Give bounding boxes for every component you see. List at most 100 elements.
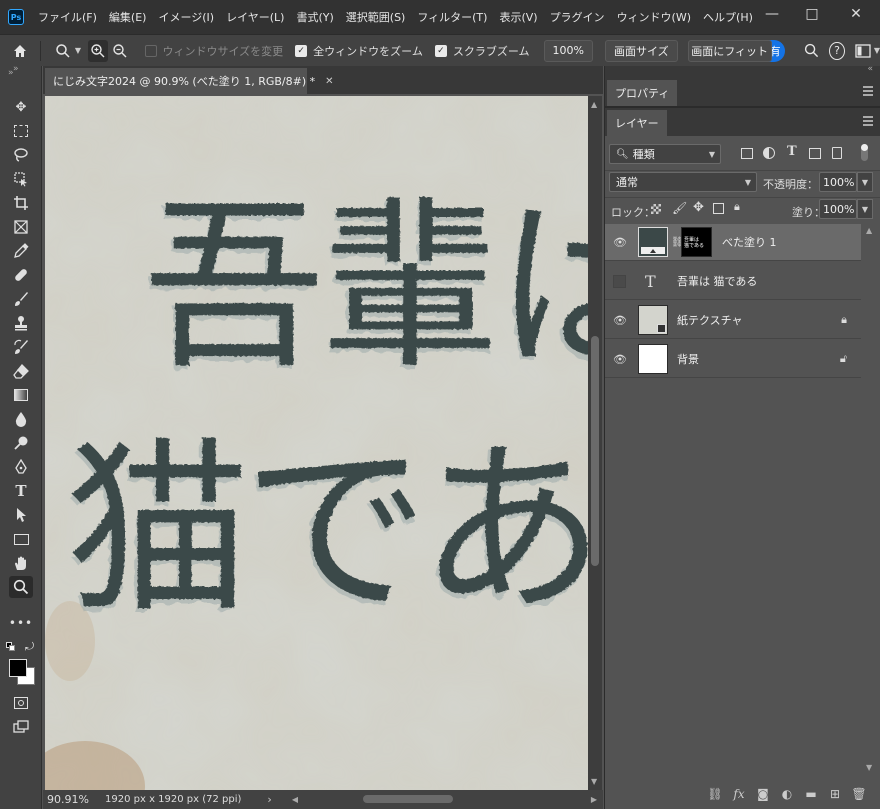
eye-icon[interactable]: 👁︎ bbox=[613, 313, 627, 327]
tab-properties[interactable]: プロパティ bbox=[607, 80, 678, 106]
maximize-icon[interactable]: □ bbox=[794, 0, 830, 28]
minimize-icon[interactable]: — bbox=[754, 0, 790, 28]
filter-toggle-icon[interactable] bbox=[861, 144, 868, 161]
lasso-tool-icon[interactable] bbox=[9, 144, 33, 166]
new-layer-icon[interactable]: ⊞ bbox=[823, 787, 847, 801]
gradient-tool-icon[interactable] bbox=[9, 384, 33, 406]
filter-smart-object-icon[interactable] bbox=[832, 147, 842, 159]
menu-layer[interactable]: レイヤー(L) bbox=[226, 9, 284, 25]
fill-dropdown-icon[interactable]: ▼ bbox=[857, 199, 873, 219]
scrubby-zoom-checkbox[interactable]: ✓ スクラブズーム bbox=[434, 43, 530, 59]
help-icon[interactable]: ? bbox=[829, 41, 845, 60]
menu-type[interactable]: 書式(Y) bbox=[296, 9, 333, 25]
close-tab-icon[interactable]: ✕ bbox=[325, 76, 333, 87]
menu-view[interactable]: 表示(V) bbox=[499, 9, 537, 25]
layer-row-paper-texture[interactable]: 👁︎ 紙テクスチャ 🔒︎ bbox=[605, 302, 861, 339]
zoom-percent-button[interactable]: 100% bbox=[543, 39, 593, 62]
menu-select[interactable]: 選択範囲(S) bbox=[346, 9, 406, 25]
workspace-icon[interactable]: ▼ bbox=[855, 43, 880, 58]
type-tool-icon[interactable]: T bbox=[9, 480, 33, 502]
brush-tool-icon[interactable] bbox=[9, 288, 33, 310]
lock-all-icon[interactable]: 🔒︎ bbox=[734, 200, 740, 214]
zoom-level[interactable]: 90.91% bbox=[47, 793, 105, 806]
link-layers-icon[interactable]: ⛓︎ bbox=[703, 787, 727, 801]
frame-tool-icon[interactable] bbox=[9, 216, 33, 238]
scroll-left-icon[interactable]: ◀ bbox=[292, 795, 298, 804]
collapse-arrows-icon[interactable]: « bbox=[867, 64, 873, 74]
opacity-dropdown-icon[interactable]: ▼ bbox=[857, 172, 873, 192]
blend-mode-select[interactable]: 通常 ▼ bbox=[609, 172, 757, 192]
marquee-tool-icon[interactable] bbox=[9, 120, 33, 142]
zoom-in-icon[interactable] bbox=[87, 39, 109, 62]
lock-position-icon[interactable]: ✥ bbox=[693, 200, 704, 215]
rectangle-tool-icon[interactable] bbox=[9, 528, 33, 550]
object-selection-tool-icon[interactable] bbox=[9, 168, 33, 190]
eye-icon[interactable]: 👁︎ bbox=[613, 352, 627, 366]
vertical-scroll-thumb[interactable] bbox=[591, 336, 599, 566]
layer-row-text[interactable]: T 吾輩は 猫である bbox=[605, 263, 861, 300]
lock-image-pixels-icon[interactable]: 🖌︎ bbox=[672, 201, 687, 215]
document-tab[interactable]: にじみ文字2024 @ 90.9% (べた塗り 1, RGB/8#) * ✕ bbox=[45, 68, 334, 94]
search-icon[interactable] bbox=[803, 43, 822, 58]
visibility-off-box[interactable] bbox=[613, 274, 626, 288]
chevron-right-icon[interactable]: › bbox=[267, 793, 271, 806]
filter-type-icon[interactable]: T bbox=[787, 144, 797, 159]
new-group-icon[interactable]: ▬ bbox=[799, 787, 823, 801]
menu-edit[interactable]: 編集(E) bbox=[109, 9, 147, 25]
history-brush-tool-icon[interactable] bbox=[9, 336, 33, 358]
crop-tool-icon[interactable] bbox=[9, 192, 33, 214]
close-icon[interactable]: ✕ bbox=[838, 0, 874, 28]
scroll-right-icon[interactable]: ▶ bbox=[591, 795, 597, 804]
healing-brush-tool-icon[interactable] bbox=[9, 264, 33, 286]
vertical-scrollbar[interactable]: ▲ ▼ bbox=[588, 96, 602, 790]
collapse-arrows-icon[interactable]: » bbox=[13, 64, 19, 74]
menu-image[interactable]: イメージ(I) bbox=[158, 9, 214, 25]
layers-scrollbar[interactable]: ▲ ▼ bbox=[863, 224, 877, 774]
lock-artboard-icon[interactable] bbox=[713, 203, 724, 214]
layer-filter-select[interactable]: 🔍︎ 種類 ▼ bbox=[609, 144, 721, 164]
home-icon[interactable] bbox=[10, 40, 29, 62]
stamp-tool-icon[interactable] bbox=[9, 312, 33, 334]
zoom-tool-preset-icon[interactable]: ▼ bbox=[55, 40, 84, 62]
layer-mask-thumbnail[interactable]: 吾輩は 猫である bbox=[681, 227, 712, 257]
fill-screen-button[interactable]: 画面にフィット bbox=[687, 39, 772, 62]
layer-row-solid-fill[interactable]: 👁︎ ⛓︎ 吾輩は 猫である べた塗り 1 bbox=[605, 224, 861, 261]
lock-transparency-icon[interactable] bbox=[651, 204, 661, 214]
menu-window[interactable]: ウィンドウ(W) bbox=[617, 9, 691, 25]
add-mask-icon[interactable]: ◙ bbox=[751, 787, 775, 801]
screen-mode-icon[interactable] bbox=[9, 716, 33, 738]
eraser-tool-icon[interactable] bbox=[9, 360, 33, 382]
layer-row-background[interactable]: 👁︎ 背景 🔓︎ bbox=[605, 341, 861, 378]
menu-file[interactable]: ファイル(F) bbox=[38, 9, 97, 25]
filter-pixel-icon[interactable] bbox=[741, 148, 753, 159]
opacity-input[interactable]: 100% bbox=[819, 172, 857, 192]
menu-plugins[interactable]: プラグイン bbox=[550, 9, 605, 25]
adjustment-layer-icon[interactable]: ◐ bbox=[775, 787, 799, 801]
panel-menu-icon[interactable] bbox=[863, 116, 873, 126]
menu-help[interactable]: ヘルプ(H) bbox=[703, 9, 753, 25]
more-tools-icon[interactable]: ••• bbox=[9, 612, 33, 634]
blur-tool-icon[interactable] bbox=[9, 408, 33, 430]
zoom-out-icon[interactable] bbox=[110, 40, 130, 62]
scroll-down-icon[interactable]: ▼ bbox=[866, 763, 872, 772]
quick-mask-icon[interactable] bbox=[9, 692, 33, 714]
menu-filter[interactable]: フィルター(T) bbox=[417, 9, 487, 25]
path-selection-tool-icon[interactable] bbox=[9, 504, 33, 526]
foreground-color-swatch[interactable] bbox=[9, 659, 27, 677]
document-canvas[interactable]: 吾輩は 吾輩は 猫である 猫である bbox=[45, 96, 588, 790]
zoom-tool-icon[interactable] bbox=[9, 576, 33, 598]
fit-screen-button[interactable]: 画面サイズ bbox=[604, 39, 678, 62]
filter-shape-icon[interactable] bbox=[809, 148, 821, 159]
scroll-up-icon[interactable]: ▲ bbox=[866, 226, 872, 235]
dodge-tool-icon[interactable] bbox=[9, 432, 33, 454]
pen-tool-icon[interactable] bbox=[9, 456, 33, 478]
scroll-down-icon[interactable]: ▼ bbox=[591, 777, 597, 786]
swap-colors-icon[interactable]: ⤾ bbox=[25, 640, 34, 654]
eyedropper-tool-icon[interactable] bbox=[9, 240, 33, 262]
panel-menu-icon[interactable] bbox=[863, 86, 873, 96]
resize-window-checkbox[interactable]: ✓ ウィンドウサイズを変更 bbox=[144, 43, 283, 59]
default-colors-icon[interactable] bbox=[6, 642, 16, 652]
fill-input[interactable]: 100% bbox=[819, 199, 857, 219]
scroll-up-icon[interactable]: ▲ bbox=[591, 100, 597, 109]
filter-adjustment-icon[interactable] bbox=[763, 147, 775, 159]
